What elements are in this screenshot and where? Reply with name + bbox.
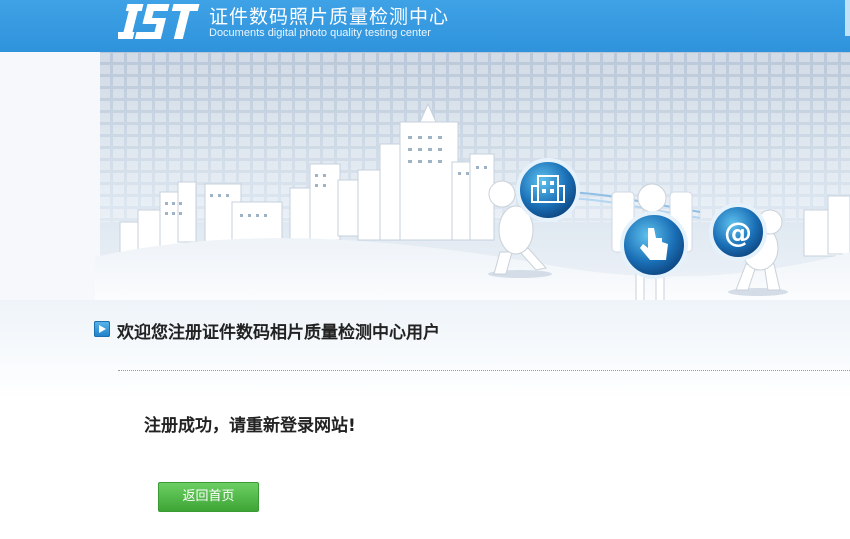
ist-logo[interactable] bbox=[118, 2, 200, 40]
return-home-button[interactable]: 返回首页 bbox=[158, 482, 259, 512]
at-sign-icon: @ bbox=[724, 216, 752, 249]
site-title: 证件数码照片质量检测中心 bbox=[209, 6, 450, 28]
corner-tab bbox=[845, 0, 850, 36]
top-header-bar: 证件数码照片质量检测中心 Documents digital photo qua… bbox=[0, 0, 850, 52]
content-fade bbox=[0, 300, 850, 400]
play-arrow-icon bbox=[94, 321, 110, 337]
welcome-heading: 欢迎您注册证件数码相片质量检测中心用户 bbox=[117, 323, 440, 343]
hero-banner: @ bbox=[0, 52, 850, 320]
site-subtitle: Documents digital photo quality testing … bbox=[209, 27, 431, 39]
dotted-divider bbox=[118, 370, 850, 371]
success-message: 注册成功，请重新登录网站! bbox=[144, 416, 356, 436]
